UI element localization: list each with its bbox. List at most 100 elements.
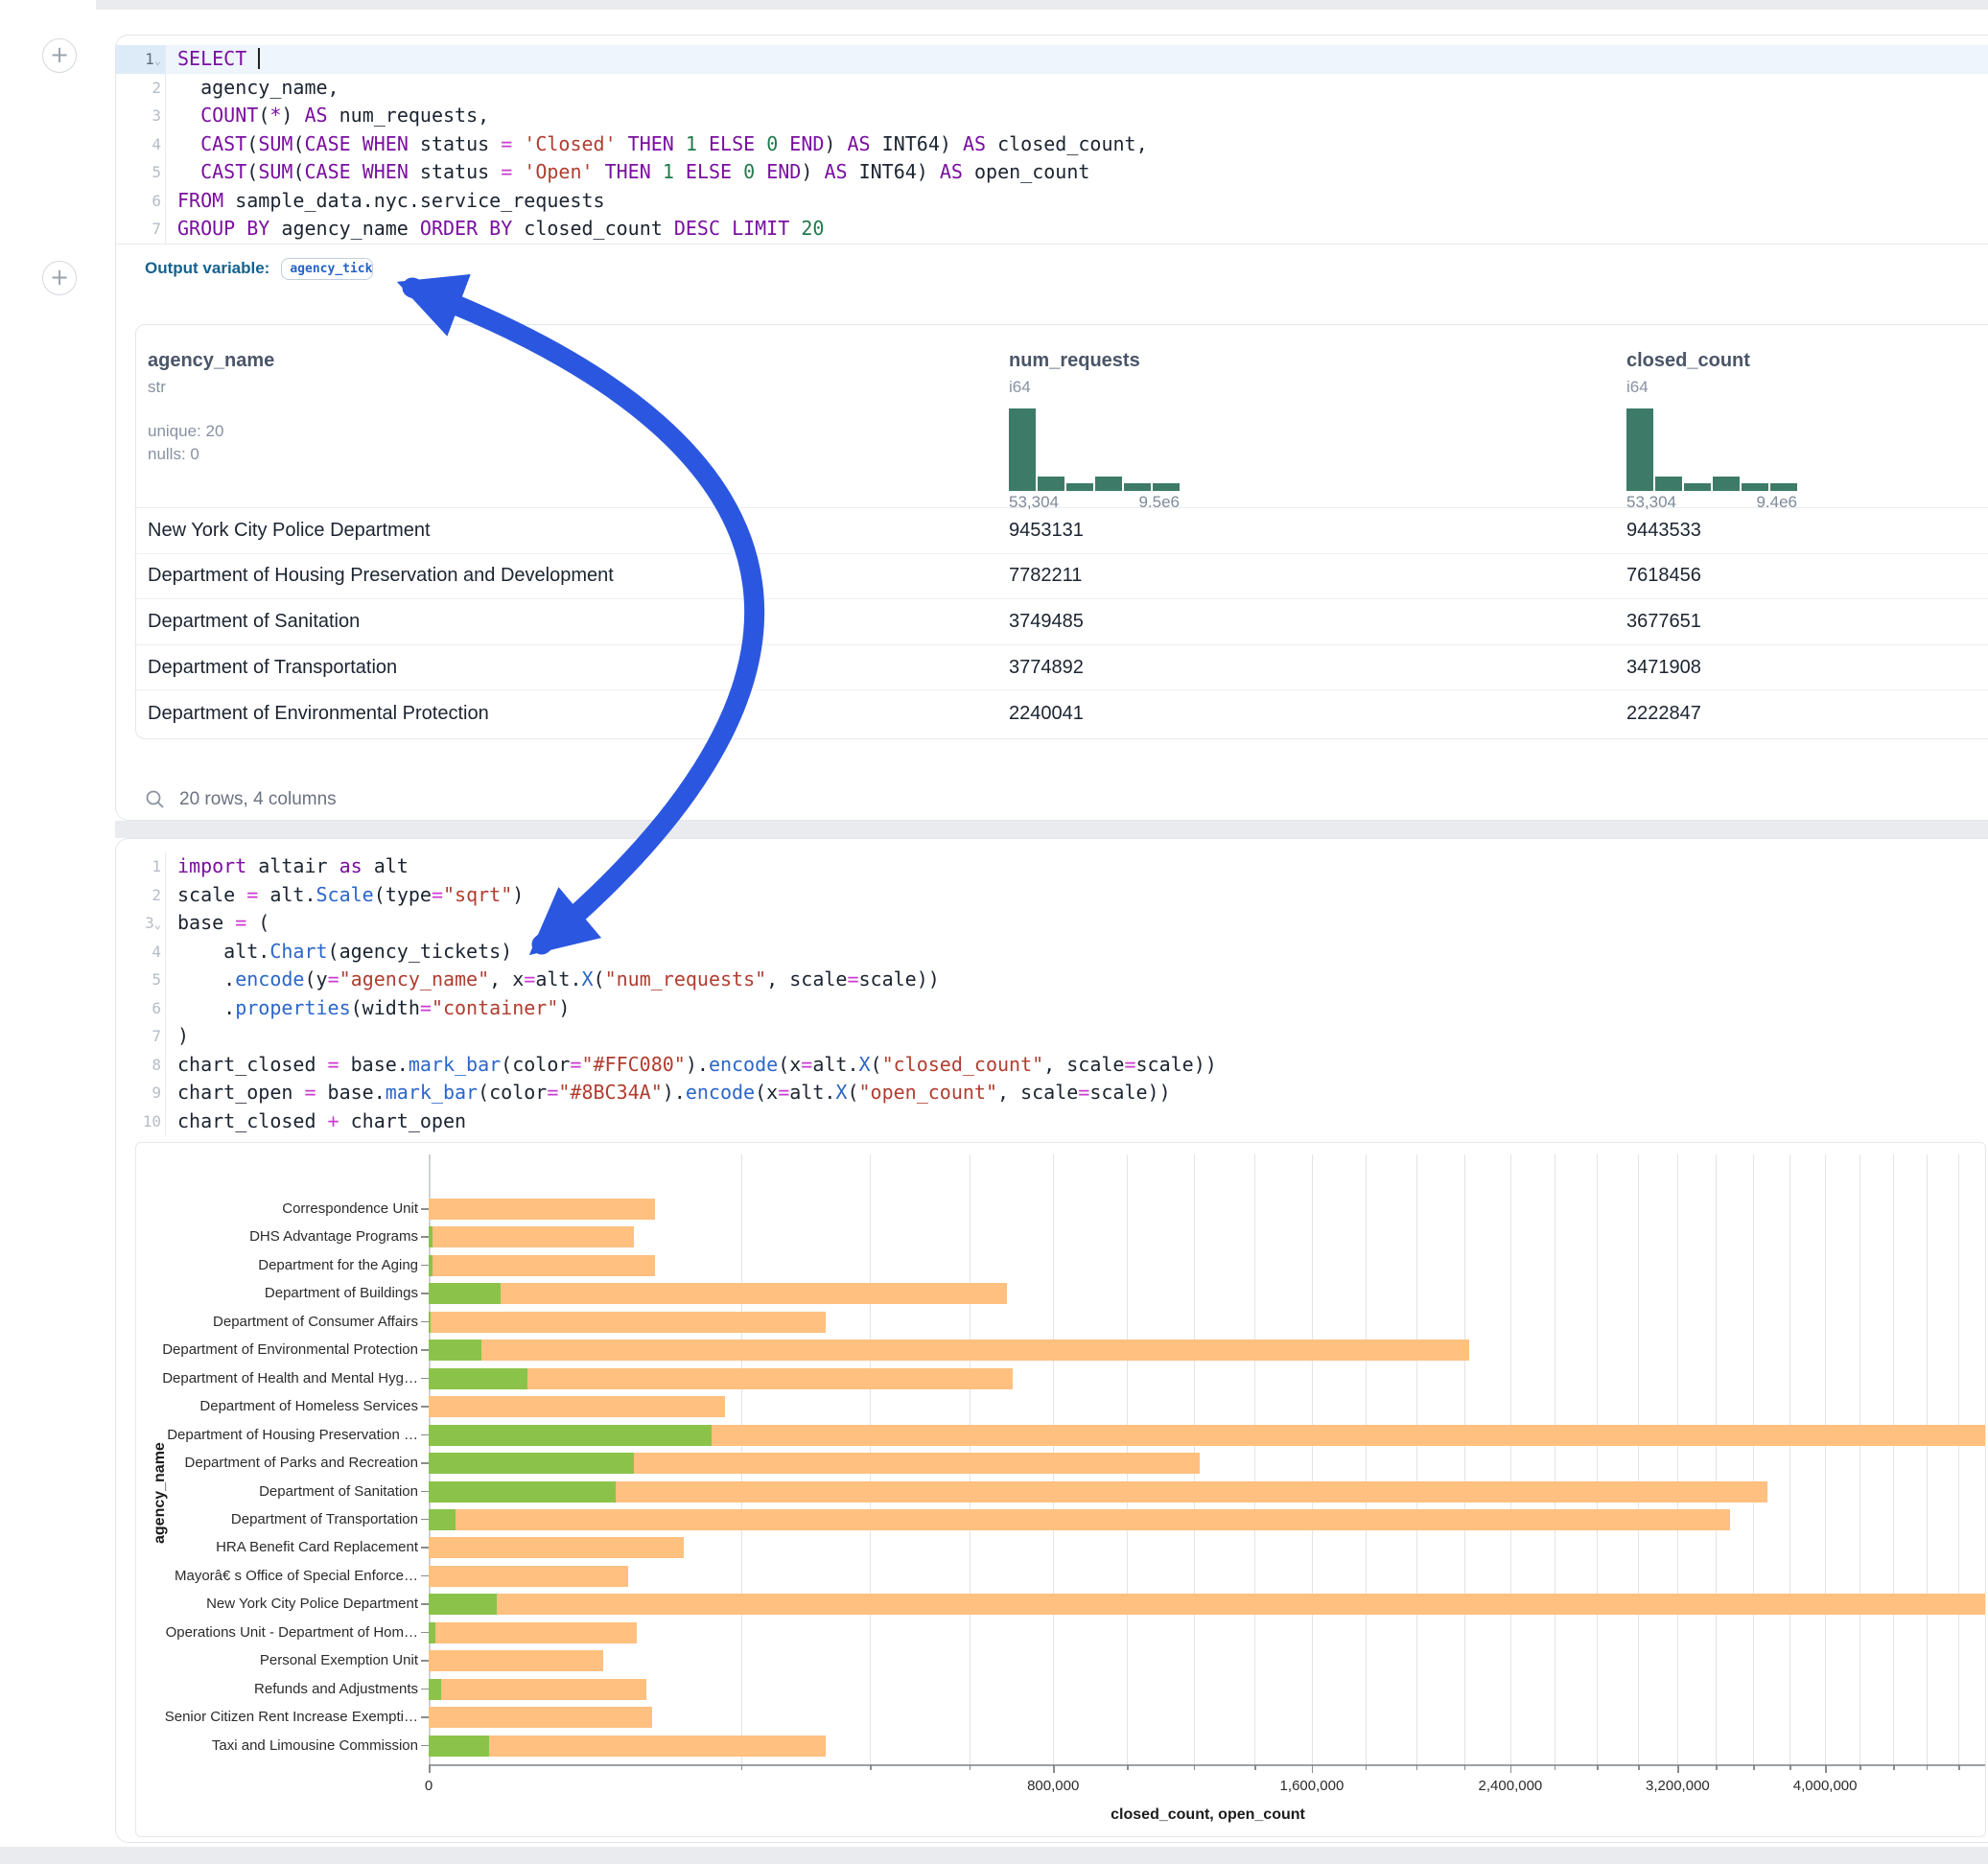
code-line[interactable]: 6 .properties(width="container") xyxy=(116,994,1988,1023)
x-axis-tick-label: 1,600,000 xyxy=(1280,1778,1345,1794)
code-line[interactable]: 10chart_closed + chart_open xyxy=(116,1107,1988,1136)
bar-closed-count[interactable] xyxy=(429,1340,1469,1361)
bar-closed-count[interactable] xyxy=(429,1594,1986,1615)
table-row[interactable]: Department of Environmental Protection22… xyxy=(136,690,1988,736)
table-row[interactable]: Department of Housing Preservation and D… xyxy=(136,554,1988,600)
x-axis-tick xyxy=(1464,1764,1466,1770)
y-axis-category-label: Mayorâ€ s Office of Special Enforce… xyxy=(136,1568,418,1585)
x-axis-title: closed_count, open_count xyxy=(1111,1806,1305,1824)
code-line[interactable]: 9chart_open = base.mark_bar(color="#8BC3… xyxy=(116,1079,1988,1107)
bar-closed-count[interactable] xyxy=(429,1283,1007,1304)
column-header-num_requests[interactable]: num_requestsi6453,3049.5e6 xyxy=(997,325,1615,512)
code-line[interactable]: 3⌄base = ( xyxy=(116,909,1988,938)
code-line[interactable]: 5 CAST(SUM(CASE WHEN status = 'Open' THE… xyxy=(116,158,1988,187)
x-axis-tick xyxy=(1416,1764,1418,1770)
histogram-bar xyxy=(1124,483,1151,491)
code-line[interactable]: 7GROUP BY agency_name ORDER BY closed_co… xyxy=(116,215,1988,244)
sql-code-editor[interactable]: 1⌄SELECT 2 agency_name,3 COUNT(*) AS num… xyxy=(116,35,1988,244)
bar-open-count[interactable] xyxy=(429,1453,634,1474)
bar-closed-count[interactable] xyxy=(429,1226,634,1247)
y-axis-tick xyxy=(421,1236,429,1238)
chart-gridline xyxy=(1789,1154,1790,1764)
code-line[interactable]: 6FROM sample_data.nyc.service_requests xyxy=(116,187,1988,216)
code-line[interactable]: 3 COUNT(*) AS num_requests, xyxy=(116,102,1988,130)
y-axis-category-label: Refunds and Adjustments xyxy=(136,1681,418,1698)
bar-closed-count[interactable] xyxy=(429,1199,655,1220)
y-axis-tick xyxy=(421,1519,429,1521)
bar-closed-count[interactable] xyxy=(429,1537,684,1558)
histogram-max-label: 9.4e6 xyxy=(1756,493,1797,512)
y-axis-tick xyxy=(421,1321,429,1323)
code-line[interactable]: 2 agency_name, xyxy=(116,74,1988,103)
search-icon[interactable] xyxy=(145,789,166,810)
bar-open-count[interactable] xyxy=(429,1312,431,1333)
x-axis-major-tick xyxy=(1677,1764,1679,1773)
column-header-closed_count[interactable]: closed_counti6453,3049.4e6 xyxy=(1615,325,1988,512)
bar-closed-count[interactable] xyxy=(429,1707,652,1728)
code-line[interactable]: 2scale = alt.Scale(type="sqrt") xyxy=(116,881,1988,910)
bar-closed-count[interactable] xyxy=(429,1396,725,1417)
output-variable-label: Output variable: xyxy=(145,259,269,278)
add-cell-button[interactable]: + xyxy=(42,38,77,73)
bar-open-count[interactable] xyxy=(429,1594,497,1615)
bar-open-count[interactable] xyxy=(429,1679,441,1700)
bar-open-count[interactable] xyxy=(429,1226,433,1247)
bar-open-count[interactable] xyxy=(429,1255,433,1276)
table-cell: 9453131 xyxy=(997,520,1615,542)
table-row[interactable]: Department of Sanitation37494853677651 xyxy=(136,599,1988,645)
x-axis-tick xyxy=(1958,1764,1960,1770)
code-line[interactable]: 4 alt.Chart(agency_tickets) xyxy=(116,938,1988,967)
bar-closed-count[interactable] xyxy=(429,1255,655,1276)
x-axis-tick xyxy=(1127,1764,1129,1770)
text-cursor xyxy=(258,48,260,69)
bar-open-count[interactable] xyxy=(429,1368,527,1389)
code-line[interactable]: 5 .encode(y="agency_name", x=alt.X("num_… xyxy=(116,966,1988,994)
table-row[interactable]: New York City Police Department945313194… xyxy=(136,508,1988,554)
table-cell: 7782211 xyxy=(997,565,1615,587)
y-axis-tick xyxy=(421,1462,429,1464)
bar-open-count[interactable] xyxy=(429,1340,481,1361)
chart-gridline xyxy=(1366,1154,1367,1764)
bar-open-count[interactable] xyxy=(429,1283,501,1304)
table-footer: 20 rows, 4 columns xyxy=(145,789,337,810)
code-line[interactable]: 7) xyxy=(116,1022,1988,1051)
histogram-min-label: 53,304 xyxy=(1626,493,1676,512)
chart-gridline xyxy=(1464,1154,1465,1764)
column-type: str xyxy=(148,378,986,397)
table-cell: 3774892 xyxy=(997,657,1615,679)
bar-open-count[interactable] xyxy=(429,1509,456,1530)
output-variable-badge[interactable]: agency_tickets xyxy=(281,258,373,280)
bar-closed-count[interactable] xyxy=(429,1679,646,1700)
line-number: 2 xyxy=(116,74,166,103)
chart-gridline xyxy=(1893,1154,1894,1764)
code-line[interactable]: 1import altair as alt xyxy=(116,852,1988,881)
bar-open-count[interactable] xyxy=(429,1481,616,1503)
fold-caret-icon[interactable]: ⌄ xyxy=(154,918,161,931)
y-axis-category-label: Department of Parks and Recreation xyxy=(136,1455,418,1472)
bar-open-count[interactable] xyxy=(429,1622,435,1643)
y-axis-category-label: Department of Buildings xyxy=(136,1285,418,1302)
chart-gridline xyxy=(1416,1154,1417,1764)
bar-closed-count[interactable] xyxy=(429,1481,1767,1503)
code-text: GROUP BY agency_name ORDER BY closed_cou… xyxy=(166,215,824,244)
bar-open-count[interactable] xyxy=(429,1736,489,1757)
code-line[interactable]: 1⌄SELECT xyxy=(116,45,1988,74)
code-line[interactable]: 4 CAST(SUM(CASE WHEN status = 'Closed' T… xyxy=(116,130,1988,159)
table-cell: 7618456 xyxy=(1615,565,1988,587)
bar-open-count[interactable] xyxy=(429,1425,712,1446)
column-header-agency_name[interactable]: agency_namestrunique: 20nulls: 0 xyxy=(136,325,997,512)
python-code-editor[interactable]: 1import altair as alt2scale = alt.Scale(… xyxy=(116,839,1988,1135)
bar-closed-count[interactable] xyxy=(429,1622,637,1643)
chart-gridline xyxy=(1597,1154,1598,1764)
x-axis-tick xyxy=(741,1764,743,1770)
bar-closed-count[interactable] xyxy=(429,1509,1730,1530)
bar-closed-count[interactable] xyxy=(429,1312,826,1333)
cell-gap-strip xyxy=(115,821,1988,838)
fold-caret-icon[interactable]: ⌄ xyxy=(154,54,161,67)
add-cell-button[interactable]: + xyxy=(42,261,77,295)
table-row[interactable]: Department of Transportation377489234719… xyxy=(136,645,1988,691)
bar-closed-count[interactable] xyxy=(429,1650,603,1671)
code-line[interactable]: 8chart_closed = base.mark_bar(color="#FF… xyxy=(116,1051,1988,1080)
bar-closed-count[interactable] xyxy=(429,1566,628,1587)
y-axis-tick xyxy=(421,1660,429,1662)
